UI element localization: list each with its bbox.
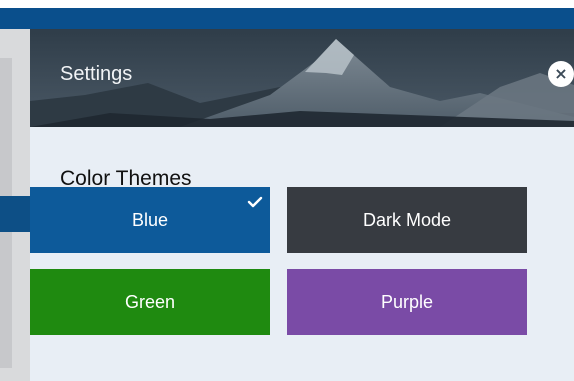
close-icon[interactable]: × [548,61,574,87]
theme-button-dark-mode[interactable]: Dark Mode [287,187,527,253]
theme-label: Blue [131,209,169,230]
theme-label: Dark Mode [362,209,452,230]
check-icon [247,196,263,208]
background-left-accent [0,196,30,232]
app-topbar-edge [0,0,574,8]
modal-title: Settings [60,63,133,85]
modal-header: Settings × [30,29,574,127]
theme-label: Purple [380,291,434,312]
theme-button-purple[interactable]: Purple [287,269,527,335]
theme-button-blue[interactable]: Blue [30,187,270,253]
theme-label: Green [124,291,176,312]
theme-button-green[interactable]: Green [30,269,270,335]
